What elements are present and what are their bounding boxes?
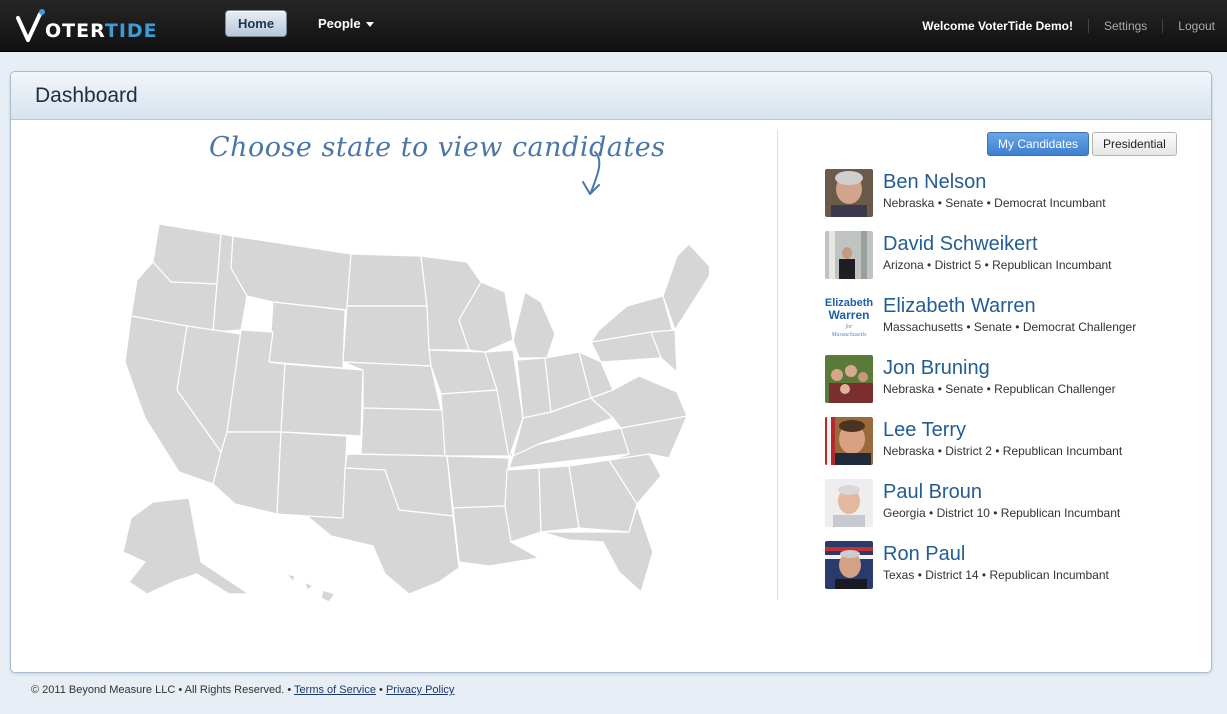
state-north-dakota [346,253,428,307]
candidate-name[interactable]: Ron Paul [883,543,1109,565]
list-item[interactable]: David Schweikert Arizona • District 5 • … [825,231,1136,293]
page-title: Dashboard [35,83,138,107]
list-item[interactable]: Lee Terry Nebraska • District 2 • Republ… [825,417,1136,479]
candidate-details: Massachusetts • Senate • Democrat Challe… [883,320,1137,334]
state-wyoming [268,301,346,369]
candidate-name[interactable]: Ben Nelson [883,171,1106,193]
state-new-england [662,243,709,331]
votertide-logo[interactable]: OTERTIDE [15,6,158,46]
state-mississippi [504,467,542,543]
candidate-name[interactable]: David Schweikert [883,233,1112,255]
dashboard-panel: Dashboard Choose state to view candidate… [10,71,1212,673]
candidate-details: Nebraska • Senate • Democrat Incumbant [883,196,1106,210]
avatar[interactable]: Elizabeth Warren for Massachusetts [825,293,873,341]
logo-text: OTERTIDE [45,20,158,42]
logout-link[interactable]: Logout [1163,19,1215,33]
logo-check-icon [16,9,45,42]
user-menu: Welcome VoterTide Demo! Settings Logout [922,19,1215,33]
state-montana [230,235,352,311]
candidate-name[interactable]: Jon Bruning [883,357,1116,379]
nav-people-label: People [318,16,361,31]
top-navbar: OTERTIDE Home People Welcome VoterTide D… [0,0,1227,52]
welcome-text: Welcome VoterTide Demo! [922,19,1073,33]
footer: © 2011 Beyond Measure LLC • All Rights R… [31,684,454,696]
state-arkansas [446,455,510,509]
tab-my-candidates[interactable]: My Candidates [987,132,1090,156]
state-new-mexico [276,431,348,519]
tab-presidential[interactable]: Presidential [1092,132,1177,156]
svg-text:Warren: Warren [829,308,870,322]
candidate-name[interactable]: Elizabeth Warren [883,295,1136,317]
list-item[interactable]: Jon Bruning Nebraska • Senate • Republic… [825,355,1136,417]
chevron-down-icon [365,22,374,27]
nav-home-button[interactable]: Home [225,10,287,37]
list-item[interactable]: Paul Broun Georgia • District 10 • Repub… [825,479,1136,541]
copyright-text: © 2011 Beyond Measure LLC • All Rights R… [31,684,292,696]
column-divider [777,130,778,600]
list-item[interactable]: Elizabeth Warren for Massachusetts Eliza… [825,293,1136,355]
avatar[interactable] [825,355,873,403]
candidate-name[interactable]: Paul Broun [883,481,1120,503]
state-arizona [212,431,282,515]
avatar[interactable] [825,231,873,279]
candidate-filter-tabs: My Candidates Presidential [987,132,1177,156]
state-alaska [122,497,250,595]
avatar[interactable] [825,169,873,217]
candidate-details: Nebraska • District 2 • Republican Incum… [883,444,1123,458]
list-item[interactable]: Ron Paul Texas • District 14 • Republica… [825,541,1136,603]
nav-people-dropdown[interactable]: People [318,16,374,31]
state-kansas [360,407,446,457]
avatar[interactable] [825,417,873,465]
terms-of-service-link[interactable]: Terms of Service [294,684,376,696]
state-colorado [280,363,364,437]
svg-text:for: for [845,323,853,330]
candidate-details: Nebraska • Senate • Republican Challenge… [883,382,1116,396]
list-item[interactable]: Ben Nelson Nebraska • Senate • Democrat … [825,169,1136,231]
candidate-details: Arizona • District 5 • Republican Incumb… [883,258,1112,272]
svg-text:Massachusetts: Massachusetts [831,332,868,338]
state-south-dakota [342,305,432,367]
candidate-details: Texas • District 14 • Republican Incumba… [883,568,1109,582]
state-hawaii [286,573,336,602]
footer-separator: • [379,684,383,696]
candidate-name[interactable]: Lee Terry [883,419,1122,441]
candidate-details: Georgia • District 10 • Republican Incum… [883,506,1121,520]
panel-header: Dashboard [11,72,1211,120]
candidate-list: Ben Nelson Nebraska • Senate • Democrat … [825,169,1136,603]
privacy-policy-link[interactable]: Privacy Policy [386,684,454,696]
state-michigan [512,291,556,359]
settings-link[interactable]: Settings [1089,19,1162,33]
avatar[interactable] [825,541,873,589]
avatar[interactable] [825,479,873,527]
us-map[interactable] [109,222,709,602]
arrow-down-icon [582,151,601,195]
